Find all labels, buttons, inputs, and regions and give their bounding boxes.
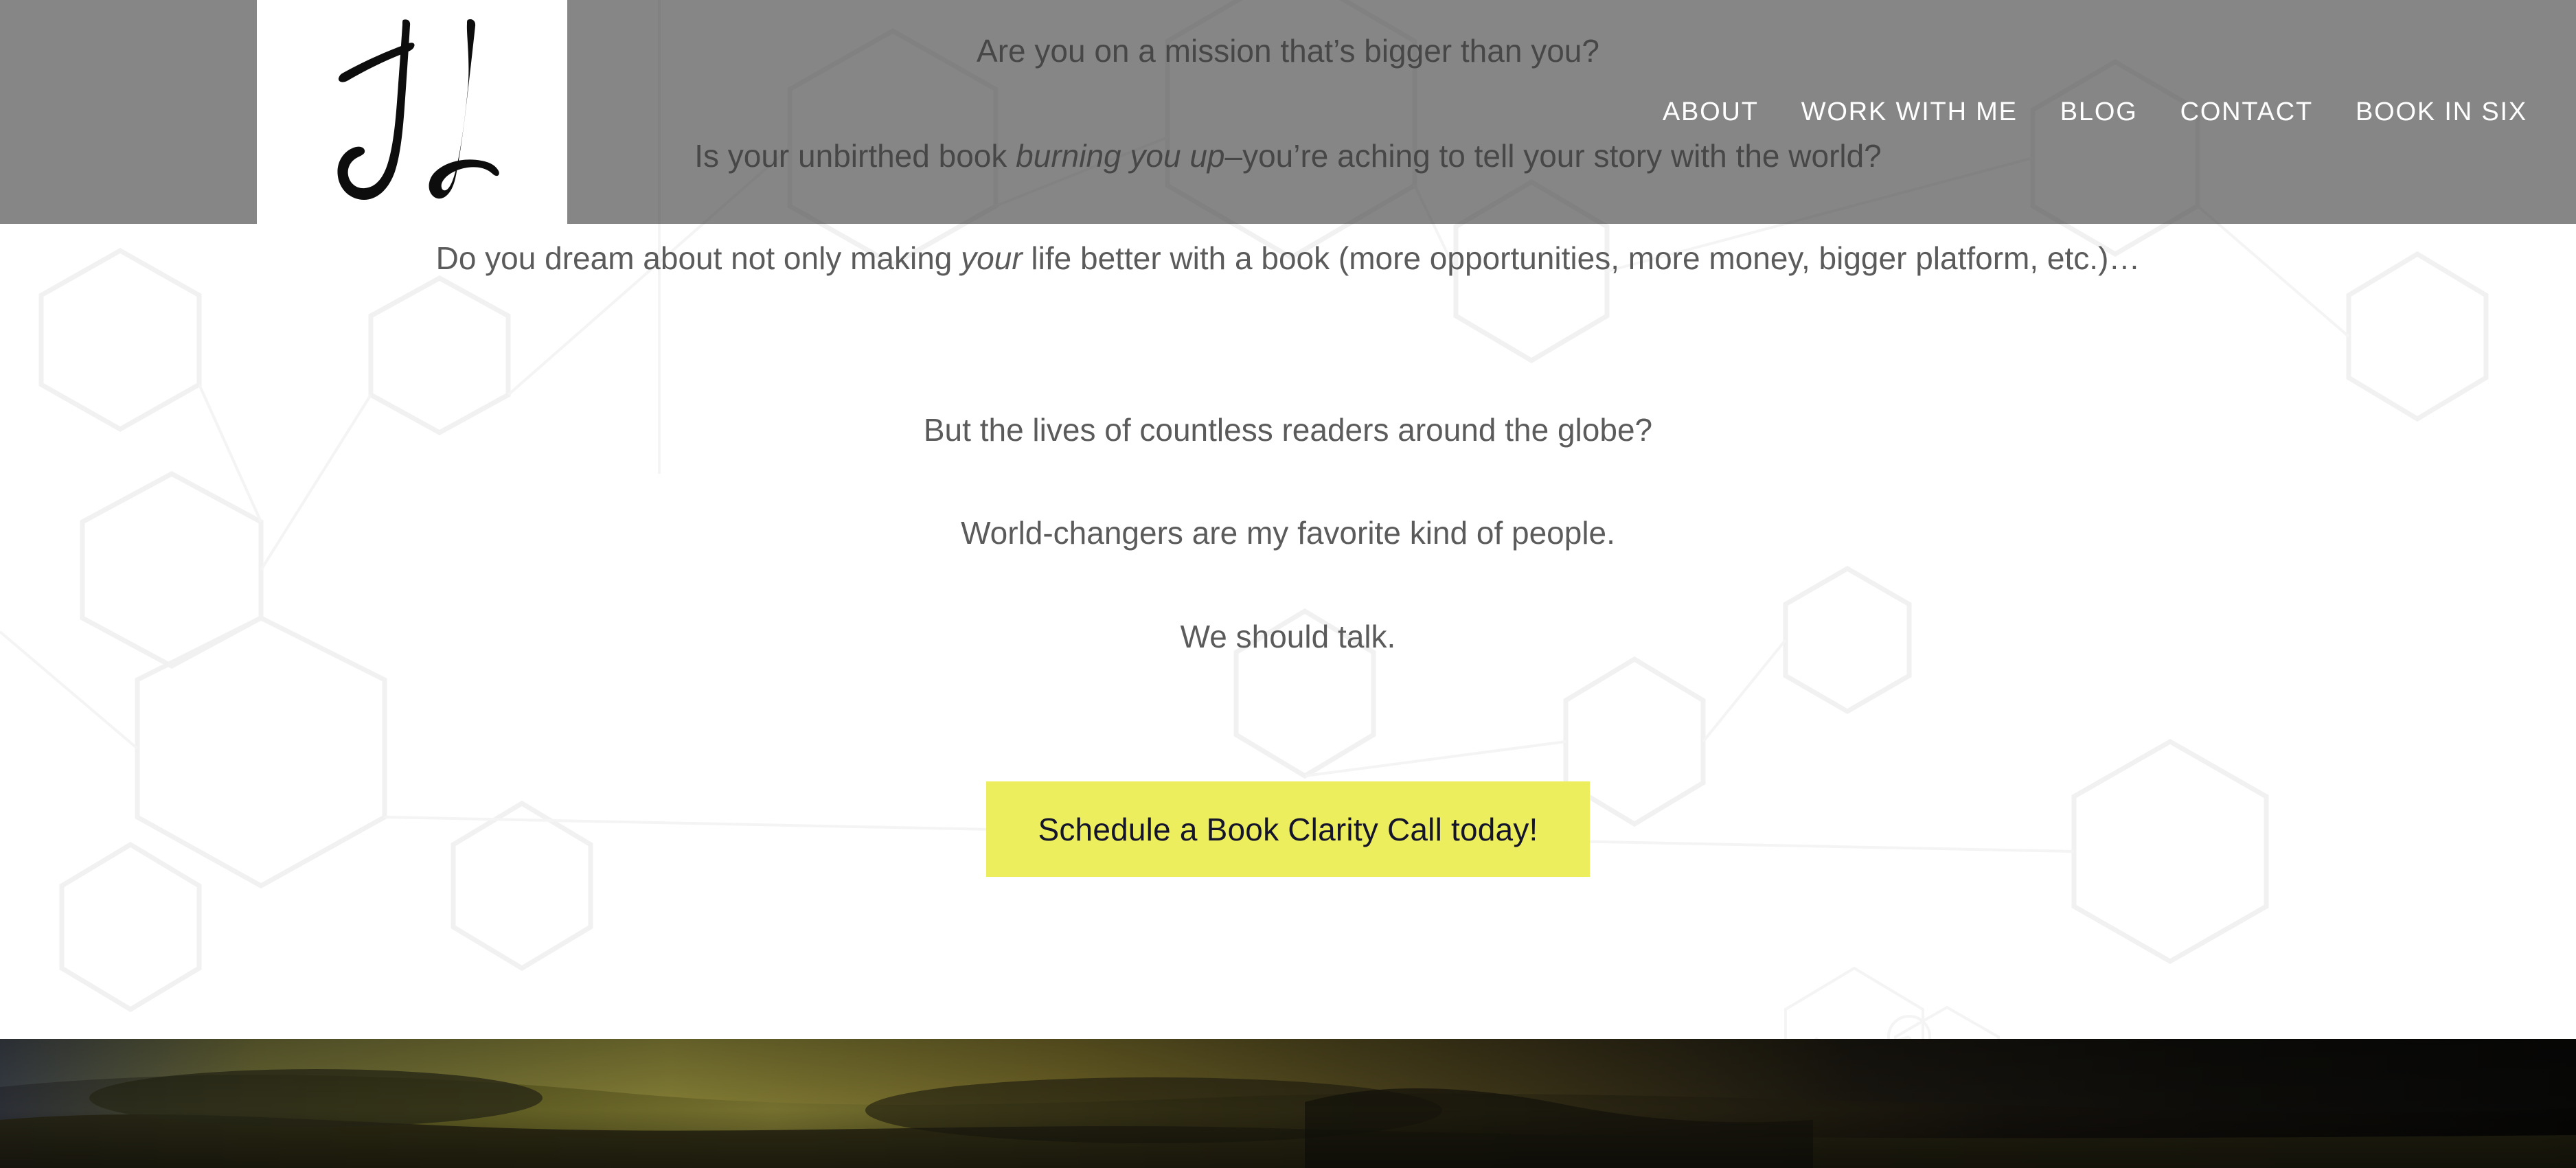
hero-line-6-wrap: We should talk. [0, 613, 2576, 660]
main-navigation: ABOUT WORK WITH ME BLOG CONTACT BOOK IN … [1641, 0, 2576, 224]
hero-line-5-wrap: World-changers are my favorite kind of p… [0, 509, 2576, 556]
nav-item-work-with-me[interactable]: WORK WITH ME [1780, 99, 2039, 125]
schedule-book-clarity-call-button[interactable]: Schedule a Book Clarity Call today! [986, 781, 1590, 877]
cta-section: Schedule a Book Clarity Call today! [0, 781, 2576, 877]
hero-line-3-emphasis: your [961, 240, 1023, 276]
hero-line-3-wrap: Do you dream about not only making your … [0, 235, 2576, 282]
hero-line-4: But the lives of countless readers aroun… [923, 412, 1653, 448]
hero-line-6: We should talk. [1180, 619, 1396, 654]
footer-landscape-image [0, 1039, 2576, 1168]
page-root: ABOUT WORK WITH ME BLOG CONTACT BOOK IN … [0, 0, 2576, 1168]
site-logo[interactable] [257, 0, 567, 227]
hero-line-3-part-b: life better with a book (more opportunit… [1022, 240, 2141, 276]
jl-monogram-icon [337, 19, 499, 200]
nav-item-blog[interactable]: BLOG [2039, 99, 2159, 125]
hero-line-4-wrap: But the lives of countless readers aroun… [0, 406, 2576, 453]
nav-item-book-in-six[interactable]: BOOK IN SIX [2334, 99, 2549, 125]
hero-line-3-part-a: Do you dream about not only making [435, 240, 961, 276]
nav-item-about[interactable]: ABOUT [1641, 99, 1780, 125]
hero-line-3: Do you dream about not only making your … [172, 235, 2404, 282]
nav-item-contact[interactable]: CONTACT [2159, 99, 2334, 125]
hero-line-5: World-changers are my favorite kind of p… [961, 515, 1615, 551]
